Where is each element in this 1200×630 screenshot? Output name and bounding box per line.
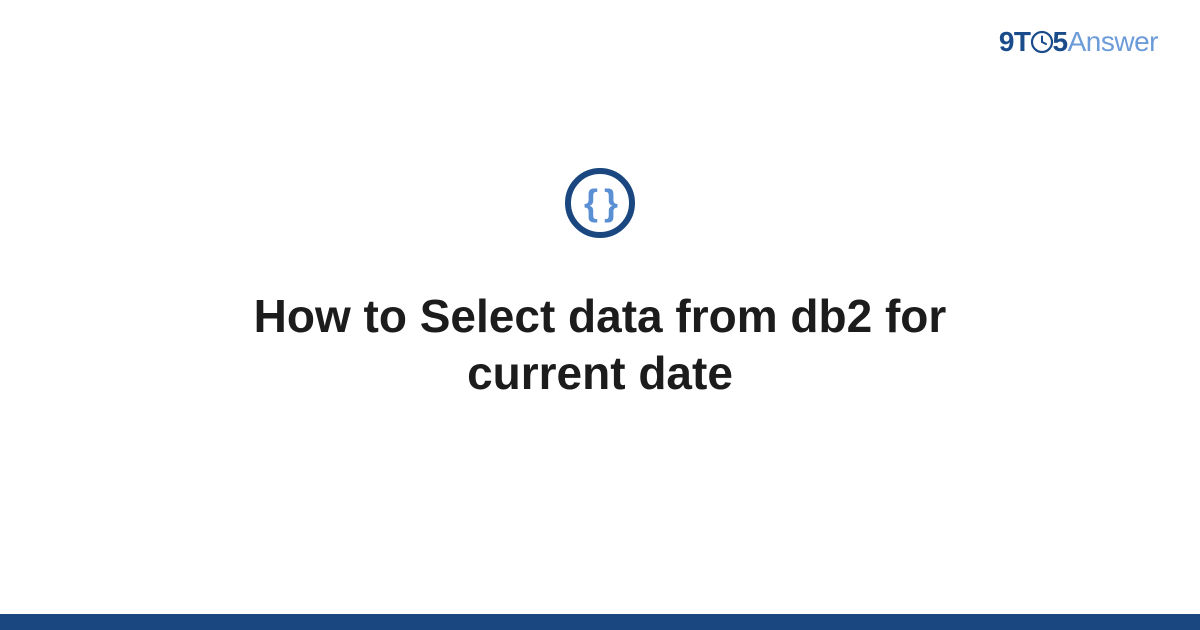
code-braces-glyph: { } bbox=[584, 185, 616, 221]
page-title: How to Select data from db2 for current … bbox=[150, 288, 1050, 403]
code-braces-icon: { } bbox=[565, 168, 635, 238]
main-content: { } How to Select data from db2 for curr… bbox=[0, 0, 1200, 630]
footer-accent-bar bbox=[0, 614, 1200, 630]
